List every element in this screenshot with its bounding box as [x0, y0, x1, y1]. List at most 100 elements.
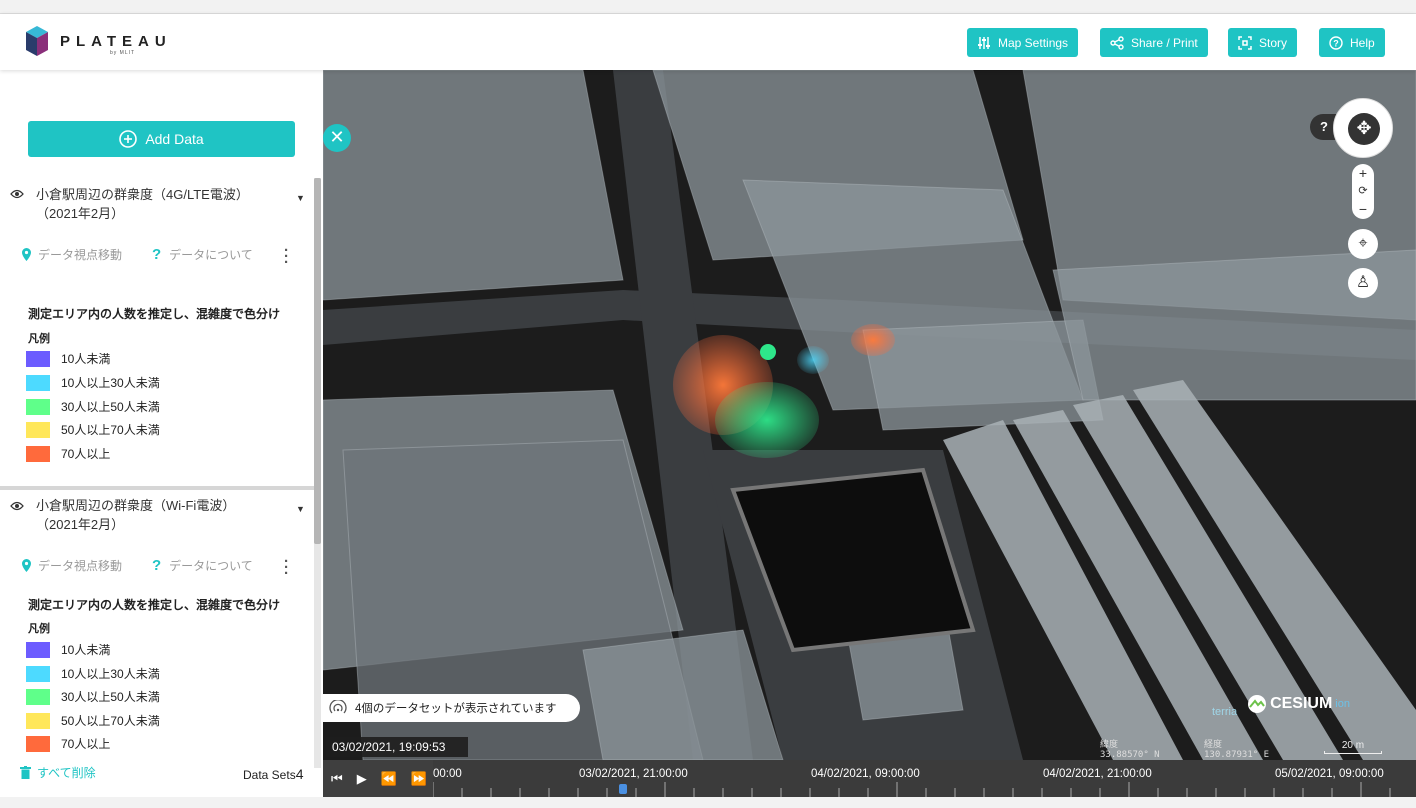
plateau-logo[interactable]: PLATEAU [26, 26, 172, 56]
logo-text: PLATEAU [60, 32, 172, 50]
map-viewport-3d[interactable] [323, 70, 1416, 760]
datasets-count: Data Sets4 [243, 766, 304, 782]
more-options-icon[interactable]: · · · [284, 554, 289, 581]
add-data-button[interactable]: Add Data [28, 121, 295, 157]
map-settings-label: Map Settings [998, 35, 1069, 50]
story-frame-icon [1238, 35, 1252, 50]
about-data-button[interactable]: ? データについて [152, 557, 253, 574]
dataset-description: 測定エリア内の人数を推定し、混雑度で色分け [28, 598, 281, 612]
legend-swatch [26, 421, 50, 438]
trash-icon [20, 766, 31, 779]
help-label: Help [1350, 35, 1375, 50]
help-circle-icon: ? [1329, 35, 1343, 50]
jump-to-start-icon[interactable]: ⏮ [331, 771, 343, 787]
legend-swatch [26, 688, 50, 705]
share-print-label: Share / Print [1131, 35, 1198, 50]
longitude-readout: 経度 130.87931° E [1204, 740, 1270, 760]
more-options-icon[interactable]: · · · [284, 243, 289, 270]
legend-swatch [26, 641, 50, 658]
pedestrian-mode-button[interactable]: ♙ [1348, 268, 1378, 298]
datasets-displayed-notice[interactable]: 4個のデータセットが表示されています [323, 694, 580, 722]
play-icon[interactable]: ▶ [357, 771, 367, 787]
rewind-icon[interactable]: ⏪ [381, 771, 397, 787]
cesium-ion-logo[interactable]: CESIUM ion [1247, 694, 1350, 714]
expand-caret-icon[interactable]: ▼ [296, 193, 305, 203]
dataset-item: 小倉駅周辺の群衆度（Wi-Fi電波） （2021年2月） ▼ データ視点移動 ?… [0, 490, 314, 760]
plus-circle-icon [119, 130, 138, 148]
logo-subtitle: by MLIT [110, 50, 136, 56]
distance-scale: 20 m [1324, 740, 1382, 754]
timeline-label: 04/02/2021, 21:00:00 [1043, 768, 1152, 780]
legend-item: 30人以上50人未満 [26, 688, 160, 705]
add-data-label: Add Data [145, 131, 204, 147]
timeline-scrubber-handle [619, 784, 627, 794]
close-panel-button[interactable]: ✕ [323, 124, 351, 152]
signal-icon [329, 700, 347, 714]
workbench-sidebar: Add Data 小倉駅周辺の群衆度（4G/LTE電波） （2021年2月） ▼… [0, 70, 323, 797]
legend-item: 70人以上 [26, 445, 110, 462]
remove-all-button[interactable]: すべて削除 [20, 764, 96, 781]
reset-view-icon[interactable]: ⟳ [1352, 182, 1374, 200]
svg-text:?: ? [1333, 38, 1339, 48]
zoom-out-button[interactable]: − [1352, 200, 1374, 218]
legend-item: 10人以上30人未満 [26, 374, 160, 391]
legend-item: 30人以上50人未満 [26, 398, 160, 415]
expand-caret-icon[interactable]: ▼ [296, 504, 305, 514]
timeline-label: 05/02/2021, 09:00:00 [1275, 768, 1384, 780]
zoom-to-data-button[interactable]: データ視点移動 [22, 557, 122, 574]
story-button[interactable]: Story [1228, 28, 1298, 57]
timeline-label: 03/02/2021, 21:00:00 [579, 768, 688, 780]
timeline-track[interactable]: 00:00 03/02/2021, 21:00:00 04/02/2021, 0… [433, 760, 1416, 797]
share-print-button[interactable]: Share / Print [1100, 28, 1208, 57]
zoom-to-data-button[interactable]: データ視点移動 [22, 246, 122, 263]
legend-swatch [26, 350, 50, 367]
compass-control[interactable]: ✥ [1333, 98, 1393, 158]
timeline-label: 00:00 [433, 768, 462, 780]
legend-swatch [26, 735, 50, 752]
share-icon [1110, 35, 1124, 50]
playback-controls: ⏮ ▶ ⏪ ⏩ [323, 760, 433, 797]
legend-item: 50人以上70人未満 [26, 421, 160, 438]
dataset-title[interactable]: 小倉駅周辺の群衆度（Wi-Fi電波） （2021年2月） [36, 496, 235, 534]
eye-icon[interactable] [10, 501, 24, 511]
question-icon: ? [152, 557, 162, 574]
dataset-item: 小倉駅周辺の群衆度（4G/LTE電波） （2021年2月） ▼ データ視点移動 … [0, 180, 314, 480]
legend-swatch [26, 712, 50, 729]
map-settings-button[interactable]: Map Settings [967, 28, 1079, 57]
eye-icon[interactable] [10, 189, 24, 199]
legend-title: 凡例 [28, 623, 50, 635]
sliders-icon [978, 36, 990, 49]
legend-item: 50人以上70人未満 [26, 712, 160, 729]
question-icon: ? [152, 246, 162, 263]
dataset-actions: データ視点移動 ? データについて [22, 246, 253, 263]
legend-swatch [26, 374, 50, 391]
legend-swatch [26, 665, 50, 682]
move-arrows-icon[interactable]: ✥ [1348, 113, 1380, 145]
zoom-control: + ⟳ − [1352, 164, 1374, 219]
sidebar-scrollbar-thumb[interactable] [314, 178, 321, 544]
dataset-actions: データ視点移動 ? データについて [22, 557, 253, 574]
browser-bottom-strip [0, 797, 1416, 808]
plateau-cube-icon [26, 26, 48, 56]
legend-item: 10人未満 [26, 641, 110, 658]
legend-item: 10人以上30人未満 [26, 665, 160, 682]
timeline-ticks [433, 782, 1391, 797]
about-data-button[interactable]: ? データについて [152, 246, 253, 263]
dataset-title[interactable]: 小倉駅周辺の群衆度（4G/LTE電波） （2021年2月） [36, 185, 249, 223]
fast-forward-icon[interactable]: ⏩ [411, 771, 427, 787]
help-button[interactable]: ? Help [1319, 28, 1385, 57]
terria-logo[interactable]: terria [1212, 706, 1237, 718]
my-location-button[interactable]: ⌖ [1348, 229, 1378, 259]
zoom-in-button[interactable]: + [1352, 164, 1374, 182]
story-label: Story [1259, 35, 1288, 50]
map-pin-icon [22, 248, 31, 261]
map-pin-icon [22, 559, 31, 572]
legend-item: 10人未満 [26, 350, 110, 367]
dataset-description: 測定エリア内の人数を推定し、混雑度で色分け [28, 307, 281, 321]
scale-bar [1324, 751, 1382, 754]
browser-top-strip [0, 0, 1416, 14]
credits-logos[interactable]: terria CESIUM ion [1212, 694, 1350, 718]
cesium-icon [1248, 695, 1267, 713]
legend-swatch [26, 398, 50, 415]
latitude-readout: 緯度 33.88570° N [1100, 740, 1160, 760]
